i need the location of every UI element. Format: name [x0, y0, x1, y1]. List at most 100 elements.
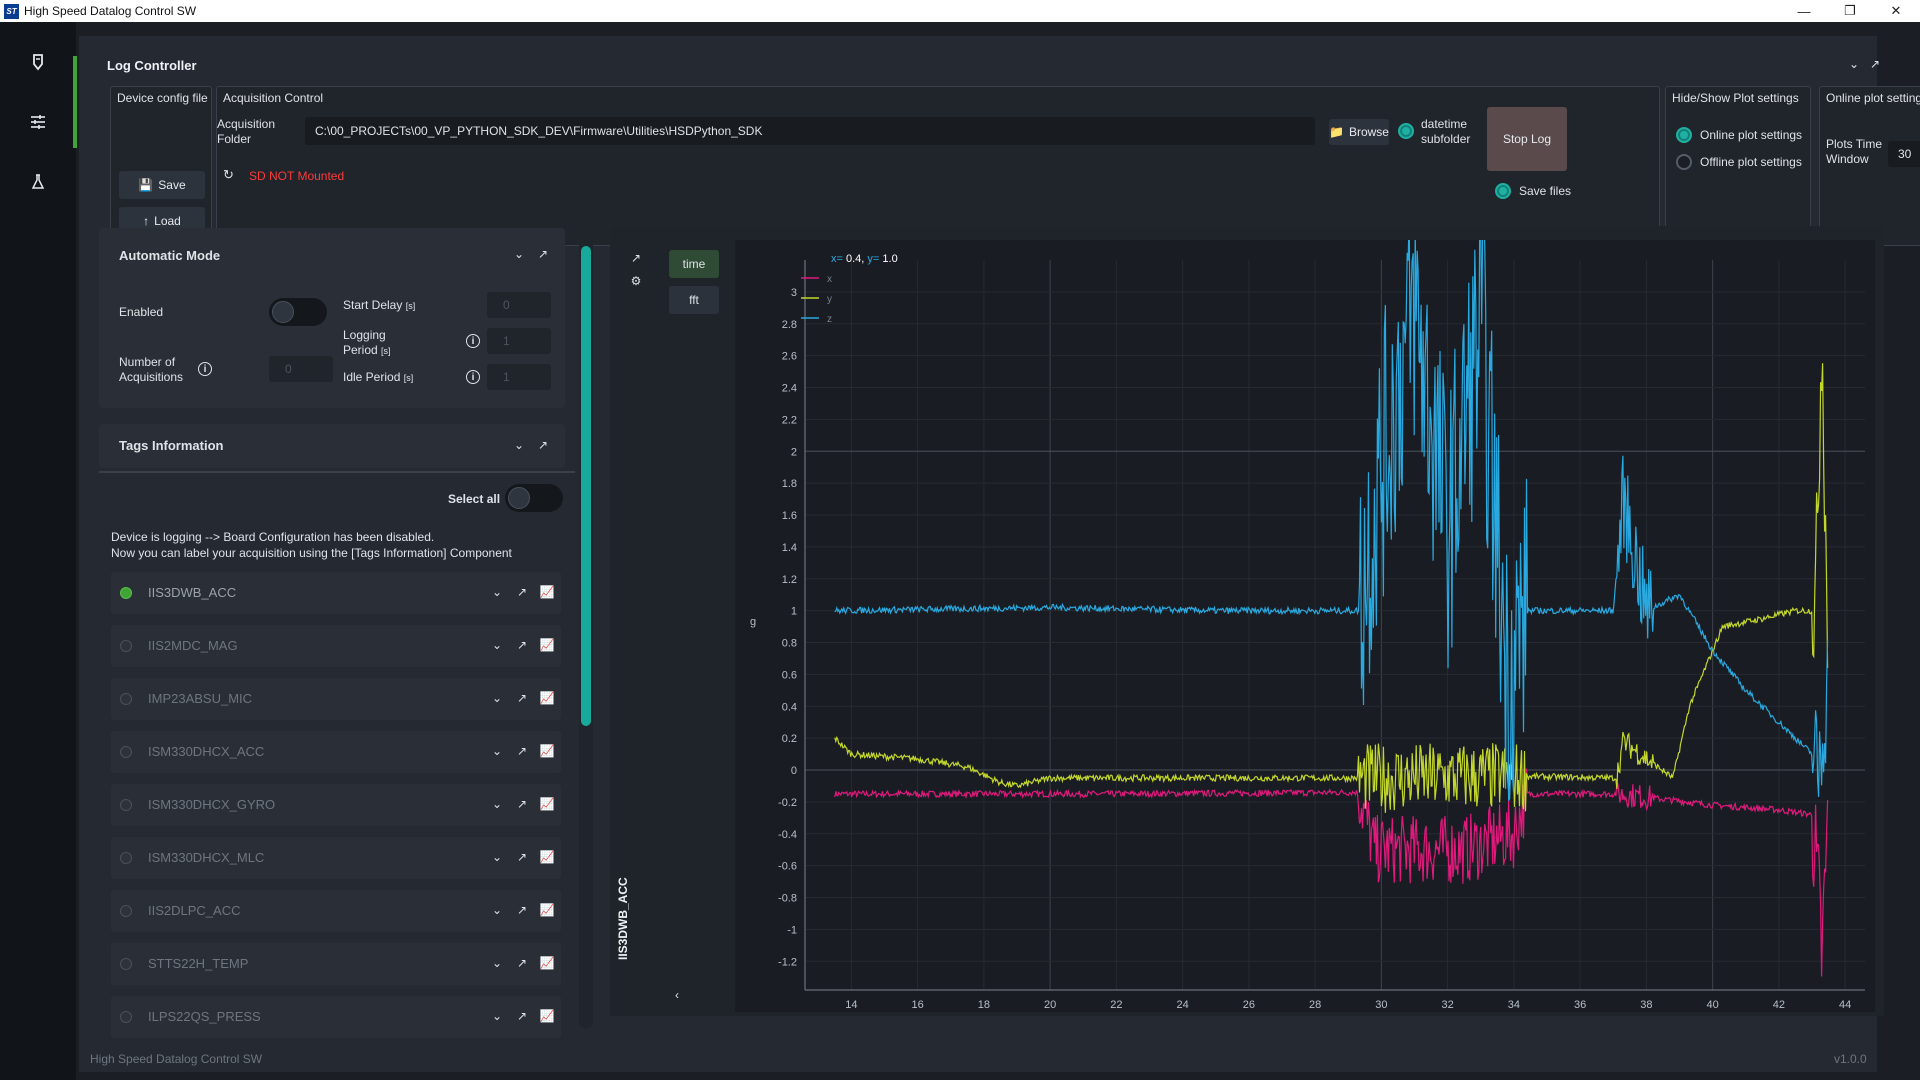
popout-icon[interactable]: ↗ — [535, 246, 551, 262]
popout-icon[interactable]: ↗ — [514, 637, 530, 653]
sensor-status-dot[interactable] — [120, 958, 132, 970]
chevron-down-icon[interactable]: ⌄ — [1846, 56, 1862, 72]
sensor-row[interactable]: ISM330DHCX_ACC ⌄ ↗ 📈 — [111, 731, 561, 773]
sensor-status-dot[interactable] — [120, 852, 132, 864]
info-icon[interactable]: i — [466, 334, 480, 348]
info-icon[interactable]: i — [198, 362, 212, 376]
sensor-row[interactable]: IIS2MDC_MAG ⌄ ↗ 📈 — [111, 625, 561, 667]
enabled-toggle[interactable] — [269, 298, 327, 326]
chart-icon[interactable]: 📈 — [539, 637, 555, 653]
sensor-row[interactable]: ISM330DHCX_GYRO ⌄ ↗ 📈 — [111, 784, 561, 826]
chart-icon[interactable]: 📈 — [539, 743, 555, 759]
fft-mode-button[interactable]: fft — [669, 286, 719, 314]
popout-icon[interactable]: ↗ — [514, 743, 530, 759]
popout-icon[interactable]: ↗ — [514, 690, 530, 706]
select-all-toggle[interactable] — [505, 484, 563, 512]
scrollbar-thumb[interactable] — [581, 246, 591, 726]
plots-time-window-input[interactable]: 30 — [1888, 141, 1920, 167]
gear-icon[interactable]: ⚙ — [628, 273, 644, 289]
sensor-row[interactable]: IIS2DLPC_ACC ⌄ ↗ 📈 — [111, 890, 561, 932]
chevron-down-icon[interactable]: ⌄ — [489, 796, 505, 812]
chart-icon[interactable]: 📈 — [539, 584, 555, 600]
sensor-row[interactable]: IIS3DWB_ACC ⌄ ↗ 📈 — [111, 572, 561, 614]
flask-icon[interactable] — [28, 172, 48, 192]
sensor-status-dot[interactable] — [120, 746, 132, 758]
legend-label-y: y — [827, 294, 832, 305]
offline-plot-radio[interactable] — [1676, 154, 1692, 170]
y-tick-label: 1.8 — [782, 478, 797, 490]
minimize-button[interactable]: — — [1781, 0, 1827, 22]
browse-button[interactable]: 📁 Browse — [1329, 119, 1389, 145]
restore-button[interactable]: ❐ — [1827, 0, 1873, 22]
num-acquisitions-input[interactable]: 0 — [269, 356, 333, 382]
x-tick-label: 38 — [1640, 999, 1652, 1011]
chevron-down-icon[interactable]: ⌄ — [489, 1008, 505, 1024]
settings-sliders-icon[interactable] — [28, 112, 48, 132]
chart-icon[interactable]: 📈 — [539, 1008, 555, 1024]
device-icon[interactable] — [28, 52, 48, 72]
chart-icon[interactable]: 📈 — [539, 796, 555, 812]
idle-period-input[interactable]: 1 — [487, 364, 551, 390]
y-tick-label: 0.8 — [782, 638, 797, 650]
chart-icon[interactable]: 📈 — [539, 849, 555, 865]
refresh-icon[interactable]: ↻ — [223, 167, 234, 183]
chevron-down-icon[interactable]: ⌄ — [489, 955, 505, 971]
time-mode-button[interactable]: time — [669, 250, 719, 278]
sensor-status-dot[interactable] — [120, 587, 132, 599]
x-tick-label: 18 — [978, 999, 990, 1011]
tags-information-title: Tags Information — [119, 438, 224, 453]
sensor-status-dot[interactable] — [120, 1011, 132, 1023]
plot-canvas[interactable]: 14 16 18 20 22 24 26 28 30 32 34 36 38 40 42 44 3 2.8 2.6 2… — [735, 205, 1875, 1012]
chevron-down-icon[interactable]: ⌄ — [489, 849, 505, 865]
chevron-down-icon[interactable]: ⌄ — [489, 902, 505, 918]
sensor-row[interactable]: ILPS22QS_PRESS ⌄ ↗ 📈 — [111, 996, 561, 1038]
x-tick-label: 40 — [1707, 999, 1719, 1011]
chart-icon[interactable]: 📈 — [539, 955, 555, 971]
popout-icon[interactable]: ↗ — [1867, 56, 1883, 72]
popout-icon[interactable]: ↗ — [628, 250, 644, 266]
save-files-toggle[interactable] — [1495, 183, 1511, 199]
chevron-down-icon[interactable]: ⌄ — [511, 246, 527, 262]
datetime-subfolder-label: datetime subfolder — [1421, 117, 1471, 146]
sensor-status-dot[interactable] — [120, 693, 132, 705]
datetime-subfolder-toggle[interactable] — [1398, 123, 1414, 139]
y-tick-label: 0.4 — [782, 701, 797, 713]
popout-icon[interactable]: ↗ — [514, 902, 530, 918]
online-plot-radio[interactable] — [1676, 127, 1692, 143]
sensor-status-dot[interactable] — [120, 905, 132, 917]
acquisition-folder-input[interactable]: C:\00_PROJECTs\00_VP_PYTHON_SDK_DEV\Firm… — [305, 117, 1315, 145]
popout-icon[interactable]: ↗ — [514, 796, 530, 812]
popout-icon[interactable]: ↗ — [535, 437, 551, 453]
sensor-row[interactable]: IMP23ABSU_MIC ⌄ ↗ 📈 — [111, 678, 561, 720]
chart-icon[interactable]: 📈 — [539, 902, 555, 918]
x-tick-label: 22 — [1110, 999, 1122, 1011]
sensor-status-dot[interactable] — [120, 799, 132, 811]
y-tick-label: -0.4 — [778, 829, 797, 841]
chevron-down-icon[interactable]: ⌄ — [489, 584, 505, 600]
popout-icon[interactable]: ↗ — [514, 584, 530, 600]
chevron-down-icon[interactable]: ⌄ — [489, 690, 505, 706]
info-icon[interactable]: i — [466, 370, 480, 384]
sensor-row[interactable]: ISM330DHCX_MLC ⌄ ↗ 📈 — [111, 837, 561, 879]
enabled-label: Enabled — [119, 305, 164, 319]
logging-period-input[interactable]: 1 — [487, 328, 551, 354]
stop-log-button[interactable]: Stop Log — [1487, 107, 1567, 171]
title-bar: ST High Speed Datalog Control SW — ❐ ✕ — [0, 0, 1920, 22]
chevron-down-icon[interactable]: ⌄ — [511, 437, 527, 453]
legend-label-z: z — [827, 314, 832, 325]
chevron-down-icon[interactable]: ⌄ — [489, 637, 505, 653]
sensor-status-dot[interactable] — [120, 640, 132, 652]
folder-icon: 📁 — [1329, 125, 1344, 139]
chevron-left-icon[interactable]: ‹ — [669, 987, 685, 1003]
start-delay-input[interactable]: 0 — [487, 292, 551, 318]
sensor-row[interactable]: STTS22H_TEMP ⌄ ↗ 📈 — [111, 943, 561, 985]
popout-icon[interactable]: ↗ — [514, 1008, 530, 1024]
popout-icon[interactable]: ↗ — [514, 955, 530, 971]
close-button[interactable]: ✕ — [1873, 0, 1919, 22]
chart-icon[interactable]: 📈 — [539, 690, 555, 706]
x-tick-label: 14 — [845, 999, 857, 1011]
left-panel-scrollbar[interactable] — [579, 226, 593, 1028]
save-config-button[interactable]: 💾 Save — [119, 171, 205, 199]
chevron-down-icon[interactable]: ⌄ — [489, 743, 505, 759]
popout-icon[interactable]: ↗ — [514, 849, 530, 865]
